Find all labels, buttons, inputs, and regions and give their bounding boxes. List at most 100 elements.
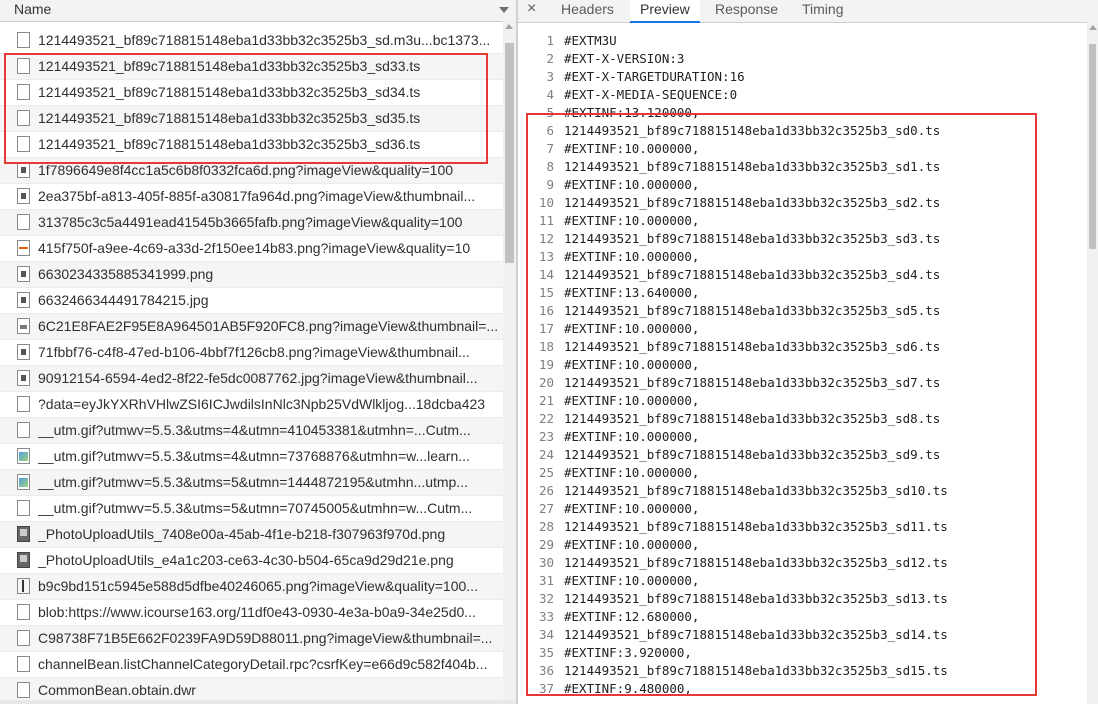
request-row[interactable]: __utm.gif?utmwv=5.5.3&utms=5&utmn=144487… xyxy=(0,470,503,496)
request-name: C98738F71B5E662F0239FA9D59D88011.png?ima… xyxy=(38,630,493,646)
request-name: 6C21E8FAE2F95E8A964501AB5F920FC8.png?ima… xyxy=(38,318,499,334)
request-name: ?data=eyJkYXRhVHlwZSI6ICJwdilsInNlc3Npb2… xyxy=(38,396,486,412)
request-row[interactable]: 1214493521_bf89c718815148eba1d33bb32c352… xyxy=(0,54,503,80)
request-name: 6630234335885341999.png xyxy=(38,266,214,282)
request-row[interactable]: __utm.gif?utmwv=5.5.3&utms=5&utmn=707450… xyxy=(0,496,503,522)
tab-response[interactable]: Response xyxy=(715,1,778,17)
line-number: 31 xyxy=(538,573,554,588)
code-line: 32 1214493521_bf89c718815148eba1d33bb32c3… xyxy=(518,590,1085,608)
close-icon[interactable]: × xyxy=(527,0,536,18)
request-name: 313785c3c5a4491ead41545b3665fafb.png?ima… xyxy=(38,214,463,230)
request-row[interactable]: ?data=eyJkYXRhVHlwZSI6ICJwdilsInNlc3Npb2… xyxy=(0,392,503,418)
line-text: #EXTINF:13.120000, xyxy=(564,105,700,120)
line-text: 1214493521_bf89c718815148eba1d33bb32c352… xyxy=(564,627,948,642)
request-row[interactable]: 90912154-6594-4ed2-8f22-fe5dc0087762.jpg… xyxy=(0,366,503,392)
request-name: _PhotoUploadUtils_e4a1c203-ce63-4c30-b50… xyxy=(38,552,454,568)
line-number: 16 xyxy=(538,303,554,318)
code-line: 23 #EXTINF:10.000000, xyxy=(518,428,1085,446)
request-name: 415f750f-a9ee-4c69-a33d-2f150ee14b83.png… xyxy=(38,240,471,256)
line-number: 24 xyxy=(538,447,554,462)
request-row[interactable]: 6632466344491784215.jpg xyxy=(0,288,503,314)
doc-icon xyxy=(17,630,30,646)
request-row[interactable]: _PhotoUploadUtils_e4a1c203-ce63-4c30-b50… xyxy=(0,548,503,574)
line-number: 26 xyxy=(538,483,554,498)
request-row[interactable]: __utm.gif?utmwv=5.5.3&utms=4&utmn=410453… xyxy=(0,418,503,444)
line-text: #EXTINF:10.000000, xyxy=(564,249,700,264)
line-text: 1214493521_bf89c718815148eba1d33bb32c352… xyxy=(564,447,941,462)
request-row[interactable]: C98738F71B5E662F0239FA9D59D88011.png?ima… xyxy=(0,626,503,652)
scrollbar-thumb[interactable] xyxy=(1089,44,1096,249)
code-line: 34 1214493521_bf89c718815148eba1d33bb32c3… xyxy=(518,626,1085,644)
line-number: 6 xyxy=(546,123,554,138)
code-line: 29 #EXTINF:10.000000, xyxy=(518,536,1085,554)
tab-timing[interactable]: Timing xyxy=(802,1,844,17)
request-name: 6632466344491784215.jpg xyxy=(38,292,209,308)
request-name: 1214493521_bf89c718815148eba1d33bb32c352… xyxy=(38,136,421,152)
line-number: 37 xyxy=(538,681,554,696)
line-number: 13 xyxy=(538,249,554,264)
line-number: 7 xyxy=(546,141,554,156)
request-row[interactable]: _PhotoUploadUtils_7408e00a-45ab-4f1e-b21… xyxy=(0,522,503,548)
request-name: __utm.gif?utmwv=5.5.3&utms=4&utmn=410453… xyxy=(38,422,471,438)
request-row[interactable]: 313785c3c5a4491ead41545b3665fafb.png?ima… xyxy=(0,210,503,236)
line-text: #EXTINF:10.000000, xyxy=(564,213,700,228)
scrollbar-thumb[interactable] xyxy=(505,43,514,263)
line-number: 19 xyxy=(538,357,554,372)
code-line: 37 #EXTINF:9.480000, xyxy=(518,680,1085,698)
request-row[interactable]: 1214493521_bf89c718815148eba1d33bb32c352… xyxy=(0,132,503,158)
code-line: 24 1214493521_bf89c718815148eba1d33bb32c3… xyxy=(518,446,1085,464)
line-text: 1214493521_bf89c718815148eba1d33bb32c352… xyxy=(564,411,941,426)
doc-icon xyxy=(17,682,30,698)
line-text: #EXTINF:10.000000, xyxy=(564,573,700,588)
request-row[interactable]: 71fbbf76-c4f8-47ed-b106-4bbf7f126cb8.png… xyxy=(0,340,503,366)
code-line: 15 #EXTINF:13.640000, xyxy=(518,284,1085,302)
tab-headers[interactable]: Headers xyxy=(561,1,614,17)
scroll-up-arrow-icon[interactable] xyxy=(505,24,513,29)
request-row[interactable]: 1f7896649e8f4cc1a5c6b8f0332fca6d.png?ima… xyxy=(0,158,503,184)
line-number: 20 xyxy=(538,375,554,390)
line-number: 30 xyxy=(538,555,554,570)
preview-scrollbar[interactable] xyxy=(1087,22,1098,704)
request-row[interactable]: 1214493521_bf89c718815148eba1d33bb32c352… xyxy=(0,106,503,132)
line-number: 12 xyxy=(538,231,554,246)
code-line: 20 1214493521_bf89c718815148eba1d33bb32c3… xyxy=(518,374,1085,392)
code-line: 8 1214493521_bf89c718815148eba1d33bb32c35… xyxy=(518,158,1085,176)
request-name: 90912154-6594-4ed2-8f22-fe5dc0087762.jpg… xyxy=(38,370,478,386)
request-name: blob:https://www.icourse163.org/11df0e43… xyxy=(38,604,476,620)
name-column-header[interactable]: Name xyxy=(0,0,516,22)
line-number: 17 xyxy=(538,321,554,336)
request-row[interactable]: 2ea375bf-a813-405f-885f-a30817fa964d.png… xyxy=(0,184,503,210)
request-row[interactable]: b9c9bd151c5945e588d5dfbe40246065.png?ima… xyxy=(0,574,503,600)
line-number: 11 xyxy=(538,213,554,228)
tab-preview[interactable]: Preview xyxy=(630,0,700,23)
request-list-scrollbar[interactable] xyxy=(503,21,516,704)
line-number: 35 xyxy=(538,645,554,660)
request-name: 1214493521_bf89c718815148eba1d33bb32c352… xyxy=(38,110,421,126)
request-row[interactable]: 6630234335885341999.png xyxy=(0,262,503,288)
request-row[interactable]: __utm.gif?utmwv=5.5.3&utms=4&utmn=737688… xyxy=(0,444,503,470)
thumbnail-icon xyxy=(17,318,30,334)
line-number: 22 xyxy=(538,411,554,426)
image-icon xyxy=(17,292,30,308)
doc-icon xyxy=(17,84,30,100)
request-name: 2ea375bf-a813-405f-885f-a30817fa964d.png… xyxy=(38,188,476,204)
request-row[interactable]: 6C21E8FAE2F95E8A964501AB5F920FC8.png?ima… xyxy=(0,314,503,340)
request-row[interactable]: channelBean.listChannelCategoryDetail.rp… xyxy=(0,652,503,678)
gif-icon xyxy=(17,448,30,464)
line-number: 2 xyxy=(546,51,554,66)
gif-icon xyxy=(17,474,30,490)
request-name: __utm.gif?utmwv=5.5.3&utms=4&utmn=737688… xyxy=(38,448,470,464)
request-row[interactable]: 1214493521_bf89c718815148eba1d33bb32c352… xyxy=(0,80,503,106)
request-row[interactable]: 415f750f-a9ee-4c69-a33d-2f150ee14b83.png… xyxy=(0,236,503,262)
request-row[interactable]: blob:https://www.icourse163.org/11df0e43… xyxy=(0,600,503,626)
line-text: 1214493521_bf89c718815148eba1d33bb32c352… xyxy=(564,303,941,318)
image-icon xyxy=(17,370,30,386)
scroll-up-arrow-icon[interactable] xyxy=(1089,25,1097,30)
line-number: 29 xyxy=(538,537,554,552)
line-text: #EXTINF:9.480000, xyxy=(564,681,692,696)
line-number: 28 xyxy=(538,519,554,534)
request-row[interactable]: 1214493521_bf89c718815148eba1d33bb32c352… xyxy=(0,28,503,54)
name-column-label: Name xyxy=(14,1,52,17)
line-text: #EXT-X-MEDIA-SEQUENCE:0 xyxy=(564,87,738,102)
line-number: 34 xyxy=(538,627,554,642)
